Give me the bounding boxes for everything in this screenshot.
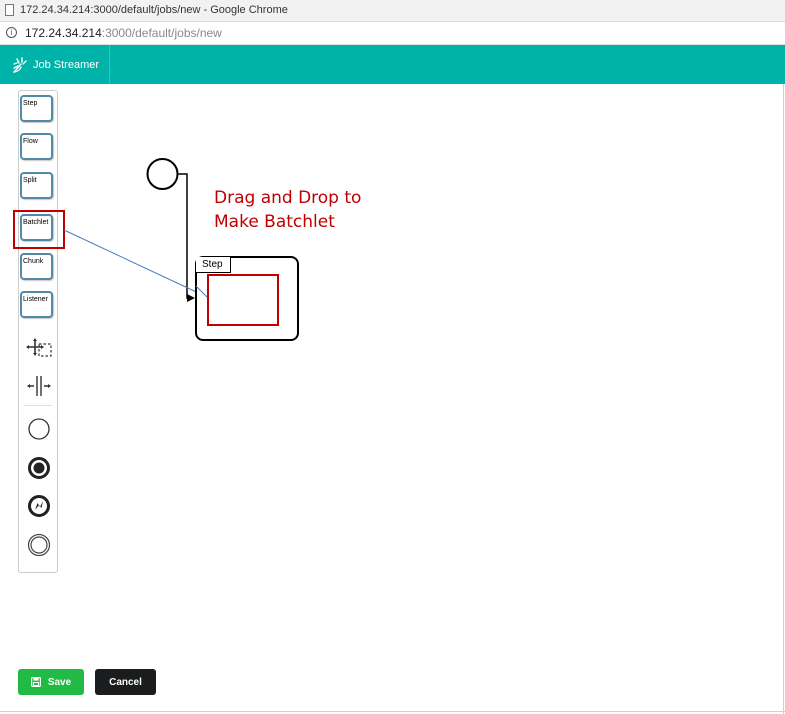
annotation-line-2: Make Batchlet <box>214 212 335 232</box>
cancel-button-label: Cancel <box>109 676 142 688</box>
save-button[interactable]: Save <box>18 669 84 695</box>
annotation-line-1: Drag and Drop to <box>214 188 362 208</box>
instruction-annotation: Drag and Drop to Make Batchlet <box>214 186 404 234</box>
save-icon <box>30 677 41 687</box>
canvas-bottom-border <box>0 711 785 712</box>
save-button-label: Save <box>47 676 72 688</box>
batchlet-drop-target[interactable] <box>207 274 279 326</box>
cancel-button[interactable]: Cancel <box>95 669 156 695</box>
canvas-right-border <box>783 84 784 714</box>
drag-arrow-overlay <box>195 285 208 298</box>
